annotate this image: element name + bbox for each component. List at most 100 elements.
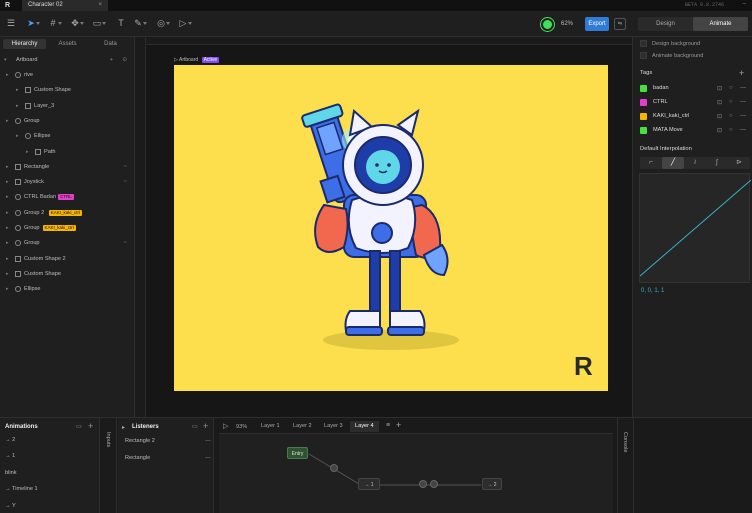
transition-icon[interactable]	[419, 480, 427, 488]
target-icon[interactable]: ⊙	[122, 54, 127, 66]
hierarchy-item[interactable]: ▸ Group KAKI_kaki_ctrl	[0, 222, 135, 234]
remove-icon[interactable]: —	[740, 127, 746, 133]
chevron-right-icon[interactable]: ▸	[6, 164, 12, 170]
inputs-label[interactable]: Inputs	[105, 432, 111, 447]
layer-tab[interactable]: Layer 3	[319, 421, 348, 432]
hierarchy-item[interactable]: ▸ Group 2 KAKI_kaki_ctrl	[0, 207, 135, 219]
visibility-icon[interactable]: ○	[729, 127, 733, 133]
hierarchy-item[interactable]: ▸ rive	[0, 69, 135, 81]
text-tool-icon[interactable]: T	[114, 17, 128, 30]
bone-tool-icon[interactable]: ✥	[68, 17, 84, 30]
close-tab-icon[interactable]: ×	[98, 2, 102, 8]
tag-row[interactable]: badan ⊡ ○ —	[640, 84, 750, 94]
hierarchy-root[interactable]: ▾ Artboard + ⊙	[0, 54, 135, 66]
list-icon[interactable]: ≡	[386, 422, 390, 429]
animate-background-checkbox[interactable]	[640, 52, 647, 59]
chevron-right-icon[interactable]: ▸	[6, 118, 12, 124]
folder-icon[interactable]: ▭	[76, 423, 82, 430]
elastic-interp-icon[interactable]: ∫	[706, 157, 728, 169]
play-icon[interactable]: ▷	[176, 17, 192, 30]
tag-color-swatch[interactable]	[640, 127, 647, 134]
tab-animate[interactable]: Animate	[693, 17, 748, 31]
add-tag-icon[interactable]: +	[739, 68, 744, 78]
hierarchy-item[interactable]: ▸ Custom Shape	[0, 268, 135, 280]
user-avatar[interactable]	[541, 18, 554, 31]
graph-zoom[interactable]: 93%	[236, 424, 247, 430]
chevron-right-icon[interactable]: ▸	[16, 87, 22, 93]
animation-item[interactable]: → 2	[5, 437, 15, 443]
tab-data[interactable]: Data	[89, 39, 132, 49]
folder-icon[interactable]: ▭	[192, 423, 198, 430]
hierarchy-item[interactable]: ▸ Ellipse	[0, 283, 135, 295]
animation-item[interactable]: → 1	[5, 453, 15, 459]
tag-color-swatch[interactable]	[640, 85, 647, 92]
animation-item[interactable]: → Timeline 1	[5, 486, 38, 492]
hierarchy-item[interactable]: ▸ Layer_3	[0, 100, 135, 112]
design-background-checkbox[interactable]	[640, 40, 647, 47]
animation-item[interactable]: blink	[5, 470, 17, 476]
add-icon[interactable]: +	[110, 54, 113, 66]
chevron-right-icon[interactable]: ▸	[6, 225, 12, 231]
chevron-right-icon[interactable]: ▸	[6, 256, 12, 262]
chevron-right-icon[interactable]: ▸	[6, 240, 12, 246]
state-node-1[interactable]: → 1	[358, 478, 380, 490]
remove-icon[interactable]: —	[205, 455, 211, 461]
interpolation-curve[interactable]	[639, 173, 751, 283]
chevron-right-icon[interactable]: ▸	[6, 194, 12, 200]
pen-tool-icon[interactable]: ✎	[131, 17, 147, 30]
tag-row[interactable]: KAKI_kaki_ctrl ⊡ ○ —	[640, 112, 750, 122]
chevron-right-icon[interactable]: ▸	[6, 286, 12, 292]
chevron-down-icon[interactable]: ▾	[4, 57, 10, 63]
add-animation-icon[interactable]: +	[88, 421, 93, 431]
tag-row[interactable]: MATA Move ⊡ ○ —	[640, 126, 750, 136]
add-listener-icon[interactable]: +	[203, 421, 208, 431]
artboard[interactable]: R	[174, 65, 608, 391]
graph-canvas[interactable]	[219, 433, 613, 513]
select-tool-icon[interactable]: ➤	[24, 17, 40, 30]
visibility-icon[interactable]: ○	[729, 85, 733, 91]
hierarchy-item[interactable]: ▸ CTRL Badan CTRL	[0, 191, 135, 203]
remove-icon[interactable]: —	[740, 113, 746, 119]
chevron-right-icon[interactable]: ▸	[16, 133, 22, 139]
minimize-icon[interactable]: –	[743, 1, 746, 7]
tab-hierarchy[interactable]: Hierarchy	[3, 39, 46, 49]
remove-icon[interactable]: —	[740, 85, 746, 91]
remove-icon[interactable]: —	[205, 438, 211, 444]
astronaut-cat-illustration[interactable]: R	[174, 65, 608, 391]
shape-tool-icon[interactable]: ▭	[90, 17, 106, 30]
linear-interp-icon[interactable]: ╱	[662, 157, 684, 169]
zoom-level[interactable]: 62%	[561, 21, 573, 27]
animation-item[interactable]: → Y	[5, 503, 16, 509]
chevron-right-icon[interactable]: ▸	[6, 72, 12, 78]
chevron-right-icon[interactable]: ▸	[26, 149, 32, 155]
listener-item[interactable]: Rectangle 2 —	[125, 438, 211, 444]
artboard-label[interactable]: ▷ Artboard Active	[174, 57, 220, 63]
console-label[interactable]: Console	[622, 432, 628, 453]
hierarchy-item[interactable]: ▸ Group	[0, 115, 135, 127]
document-tab[interactable]: Character 02 ×	[22, 0, 108, 11]
share-icon[interactable]: ⇆	[614, 18, 626, 30]
custom-interp-icon[interactable]: ⊳	[728, 157, 750, 169]
entry-node[interactable]: Entry	[287, 447, 308, 459]
lock-icon[interactable]: ⊡	[717, 99, 722, 106]
tag-row[interactable]: CTRL ⊡ ○ —	[640, 98, 750, 108]
lock-icon[interactable]: ⊡	[717, 85, 722, 92]
hierarchy-item[interactable]: ▸ Ellipse	[0, 130, 135, 142]
layer-tab[interactable]: Layer 2	[288, 421, 317, 432]
chevron-right-icon[interactable]: ▸	[6, 210, 12, 216]
hierarchy-item[interactable]: ▸ Group ~	[0, 237, 135, 249]
hierarchy-item[interactable]: ▸ Rectangle ~	[0, 161, 135, 173]
tag-color-swatch[interactable]	[640, 99, 647, 106]
transition-icon[interactable]	[330, 464, 338, 472]
play-icon[interactable]: ▷	[223, 422, 228, 430]
tag-color-swatch[interactable]	[640, 113, 647, 120]
visibility-icon[interactable]: ○	[729, 113, 733, 119]
chevron-right-icon[interactable]: ▸	[6, 179, 12, 185]
state-node-2[interactable]: → 2	[482, 478, 502, 490]
export-button[interactable]: Export	[585, 17, 609, 31]
layer-tab[interactable]: Layer 1	[256, 421, 285, 432]
hamburger-icon[interactable]: ☰	[4, 17, 18, 30]
add-layer-icon[interactable]: +	[396, 420, 401, 430]
artboard-tool-icon[interactable]: #	[46, 17, 62, 30]
chevron-right-icon[interactable]: ▸	[6, 271, 12, 277]
